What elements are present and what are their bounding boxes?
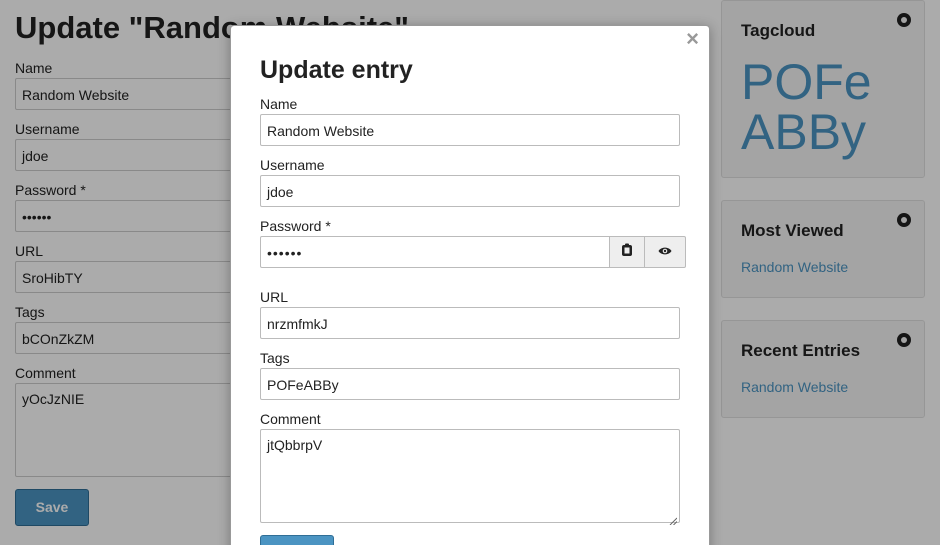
resize-grip-icon[interactable] bbox=[669, 512, 678, 526]
comment-text: jtQbbrpV bbox=[267, 437, 323, 453]
password-field[interactable]: •••••• bbox=[260, 236, 610, 268]
url-field[interactable]: nrzmfmkJ bbox=[260, 307, 680, 339]
copy-password-button[interactable] bbox=[609, 236, 645, 268]
tags-field[interactable]: POFeABBy bbox=[260, 368, 680, 400]
close-icon[interactable]: × bbox=[686, 28, 699, 50]
url-label: URL bbox=[260, 289, 289, 305]
comment-label: Comment bbox=[260, 411, 321, 427]
update-entry-modal: × Update entry Name Random Website Usern… bbox=[230, 25, 710, 545]
password-label: Password * bbox=[260, 218, 331, 234]
username-field[interactable]: jdoe bbox=[260, 175, 680, 207]
tags-label: Tags bbox=[260, 350, 290, 366]
modal-title: Update entry bbox=[260, 56, 413, 84]
eye-icon bbox=[658, 243, 672, 261]
clipboard-icon bbox=[621, 243, 633, 262]
comment-field[interactable]: jtQbbrpV bbox=[260, 429, 680, 526]
reveal-password-button[interactable] bbox=[644, 236, 686, 268]
name-field[interactable]: Random Website bbox=[260, 114, 680, 146]
username-label: Username bbox=[260, 157, 325, 173]
name-label: Name bbox=[260, 96, 298, 112]
save-button[interactable] bbox=[260, 535, 334, 545]
